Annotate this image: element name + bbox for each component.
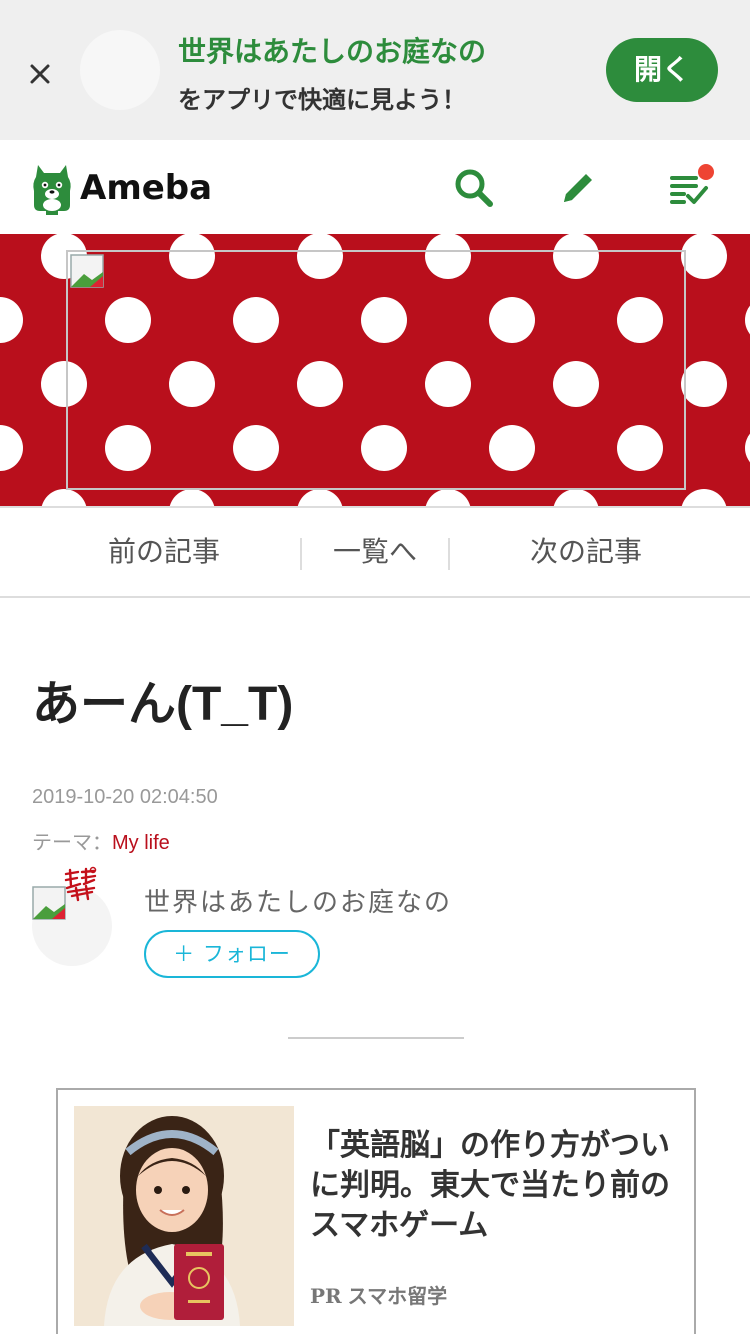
article-nav: 前の記事 一覧へ 次の記事 [0, 506, 750, 598]
notification-badge [698, 164, 714, 180]
logo-text: Ameba [80, 168, 213, 208]
ad-card[interactable]: 「英語脳」の作り方がついに判明。東大で当たり前のスマホゲーム PR スマホ留学 [56, 1088, 696, 1334]
ameba-mascot-icon [33, 165, 71, 215]
banner-subtitle: をアプリで快適に見よう！ [178, 86, 466, 114]
blog-avatar [80, 30, 160, 110]
entry-date: 2019-10-20 02:04:50 [32, 786, 218, 808]
pr-tag: PR [310, 1284, 342, 1308]
site-header: Ameba [0, 140, 750, 234]
author-name[interactable]: 世界はあたしのお庭なの [144, 882, 452, 919]
close-icon[interactable] [24, 58, 56, 90]
theme-label: テーマ： [32, 832, 112, 854]
pencil-icon[interactable] [554, 164, 602, 212]
broken-image-icon [70, 254, 104, 288]
entry-theme: テーマ：My life [32, 826, 170, 855]
ameba-logo[interactable]: Ameba [30, 160, 212, 216]
girl-with-passport-image [74, 1106, 294, 1326]
checklist-icon[interactable] [666, 164, 714, 212]
theme-link[interactable]: My life [112, 832, 170, 854]
blog-header-image [0, 234, 750, 506]
avatar-sticker-icon [64, 866, 97, 902]
search-icon[interactable] [450, 164, 498, 212]
ad-thumbnail [74, 1106, 294, 1326]
nav-divider [448, 538, 450, 570]
prev-article-link[interactable]: 前の記事 [60, 508, 268, 596]
banner-blog-title: 世界はあたしのお庭なの [178, 35, 487, 68]
ad-title[interactable]: 「英語脳」の作り方がついに判明。東大で当たり前のスマホゲーム [310, 1126, 680, 1246]
article-list-link[interactable]: 一覧へ [300, 508, 450, 596]
broken-image-icon [32, 886, 66, 920]
open-app-button[interactable]: 開く [606, 38, 718, 102]
app-banner: 世界はあたしのお庭なの をアプリで快適に見よう！ 開く [0, 0, 750, 140]
next-article-link[interactable]: 次の記事 [482, 508, 690, 596]
section-divider [288, 1037, 464, 1039]
sponsor-name: スマホ留学 [347, 1284, 448, 1308]
entry-title: あーん(T_T) [32, 678, 294, 731]
follow-button[interactable]: ＋ フォロー [144, 930, 320, 978]
header-image-frame [66, 250, 686, 490]
ad-sponsor: PR スマホ留学 [310, 1280, 447, 1309]
